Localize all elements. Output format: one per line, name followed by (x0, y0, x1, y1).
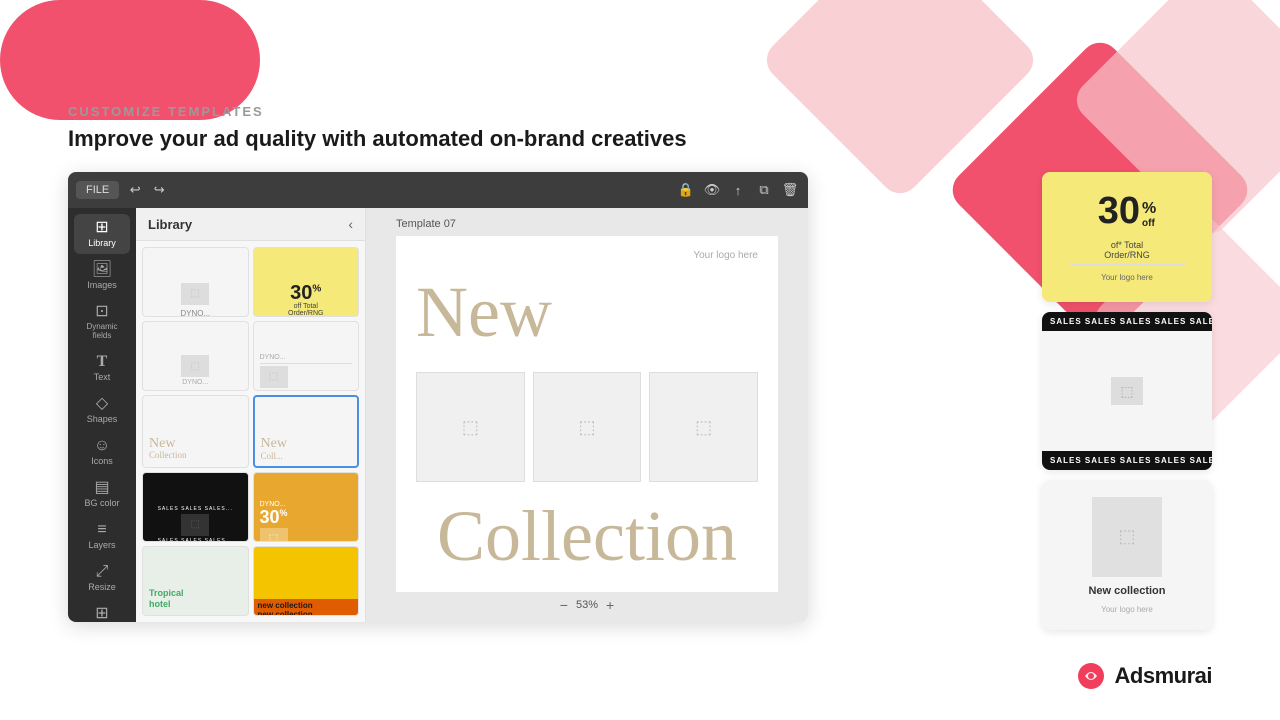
sidebar-item-dynamic[interactable]: ⊡ Dynamic fields (74, 298, 130, 346)
canvas-image-3[interactable]: ⬚ (649, 372, 758, 482)
sidebar-item-shapes[interactable]: ◇ Shapes (74, 390, 130, 430)
canvas-template-title: Template 07 (396, 218, 456, 230)
preview-sales-body: ⬚ (1042, 331, 1212, 451)
template-thumb-7[interactable]: SALES SALES SALES... ⬚ SALES SALES SALES… (142, 472, 249, 542)
preview-card-sales: SALES SALES SALES SALES SALES ⬚ SALES SA… (1042, 312, 1212, 470)
template-thumb-6[interactable]: ✓ New Coll... (253, 395, 360, 467)
adsmurai-name: Adsmurai (1115, 663, 1212, 689)
library-panel: Library ‹ ⬚ DYNO... 30% (136, 208, 366, 622)
preview-sales-top: SALES SALES SALES SALES SALES (1042, 312, 1212, 331)
sidebar-item-icons[interactable]: ☺ Icons (74, 432, 130, 472)
preview-sales-image: ⬚ (1111, 377, 1143, 405)
template-thumb-1[interactable]: ⬚ DYNO... (142, 247, 249, 317)
preview-30off-content: 30 %off of* TotalOrder/RNG Your logo her… (1042, 172, 1212, 302)
page-heading: Improve your ad quality with automated o… (68, 126, 687, 152)
file-button[interactable]: FILE (76, 181, 119, 199)
delete-icon[interactable]: 🗑 (780, 180, 800, 200)
preview-off: off (1142, 218, 1155, 229)
template-thumb-4[interactable]: DYNO... ⬚ ___ (253, 321, 360, 391)
sidebar-item-bg-color[interactable]: ▤ BG color (74, 474, 130, 514)
preview-newcoll-label: New collection (1088, 585, 1165, 597)
undo-button[interactable]: ↩ (125, 180, 145, 200)
layers-icon: ≡ (97, 522, 106, 538)
zoom-in-button[interactable]: + (606, 598, 614, 612)
grid-icon: ⊞ (95, 606, 108, 622)
library-header: Library ‹ (136, 208, 365, 241)
images-icon: 🖼 (92, 262, 112, 278)
template-thumb-10[interactable]: new collection new collection new collec… (253, 546, 360, 616)
library-icon: ⊞ (95, 220, 108, 236)
template-thumb-2[interactable]: 30% off TotalOrder/RNG (253, 247, 360, 317)
canvas-logo: Your logo here (693, 250, 758, 261)
preview-divider (1069, 264, 1186, 265)
template-thumb-9[interactable]: Tropicalhotel (142, 546, 249, 616)
preview-30-logo: Your logo here (1101, 273, 1153, 282)
template-thumb-3[interactable]: ⬚ DYNO...___ (142, 321, 249, 391)
bg-color-icon: ▤ (94, 480, 109, 496)
canvas-image-1[interactable]: ⬚ (416, 372, 525, 482)
editor-body: ⊞ Library 🖼 Images ⊡ Dynamic fields T Te… (68, 208, 808, 622)
zoom-level: 53% (576, 599, 598, 611)
canvas-collection-text: Collection (416, 500, 758, 572)
preview-discount-number: 30 (1098, 192, 1140, 230)
adsmurai-icon (1077, 662, 1105, 690)
deco-shape-coral-bottom (0, 0, 260, 120)
sidebar-item-resize[interactable]: ⤢ Resize (74, 558, 130, 598)
preview-newcoll-content: ⬚ New collection Your logo here (1042, 480, 1212, 630)
sidebar-item-layers[interactable]: ≡ Layers (74, 516, 130, 556)
canvas-area: Template 07 Your logo here New ⬚ ⬚ ⬚ Col… (366, 208, 808, 622)
template-thumb-8[interactable]: DYNO... 30% ⬚ (253, 472, 360, 542)
preview-sales-bottom: SALES SALES SALES SALES SALES (1042, 451, 1212, 470)
canvas-images-row: ⬚ ⬚ ⬚ (416, 372, 758, 482)
library-title: Library (148, 217, 192, 232)
sidebar-item-library[interactable]: ⊞ Library (74, 214, 130, 254)
preview-30-subtitle: of* TotalOrder/RNG (1104, 240, 1150, 260)
library-chevron-icon[interactable]: ‹ (348, 216, 353, 232)
preview-newcoll-sub: Your logo here (1101, 605, 1153, 614)
preview-sales-text-bottom: SALES SALES SALES SALES SALES (1050, 456, 1204, 465)
preview-sales-text-top: SALES SALES SALES SALES SALES (1050, 317, 1204, 326)
canvas-zoom-bar: − 53% + (560, 598, 614, 612)
preview-card-newcoll: ⬚ New collection Your logo here (1042, 480, 1212, 630)
preview-newcoll-image: ⬚ (1092, 497, 1162, 577)
right-preview-panel: 30 %off of* TotalOrder/RNG Your logo her… (1042, 172, 1212, 630)
canvas-new-text: New (416, 276, 552, 348)
canvas-frame[interactable]: Your logo here New ⬚ ⬚ ⬚ Collection (396, 236, 778, 592)
sidebar-item-images[interactable]: 🖼 Images (74, 256, 130, 296)
preview-card-30off: 30 %off of* TotalOrder/RNG Your logo her… (1042, 172, 1212, 302)
page-label: CUSTOMIZE TEMPLATES (68, 104, 264, 119)
text-icon: T (97, 354, 108, 370)
adsmurai-logo: Adsmurai (1077, 662, 1212, 690)
library-grid: ⬚ DYNO... 30% off TotalOrder/RNG (136, 241, 365, 622)
sidebar-item-text[interactable]: T Text (74, 348, 130, 388)
editor-toolbar: FILE ↩ ↪ 🔒 👁 ↑ ⧉ 🗑 (68, 172, 808, 208)
preview-discount-sup: %off (1142, 192, 1156, 237)
eye-icon[interactable]: 👁 (702, 180, 722, 200)
shapes-icon: ◇ (96, 396, 108, 412)
dynamic-icon: ⊡ (95, 304, 108, 320)
sidebar-item-grid[interactable]: ⊞ Grid (74, 600, 130, 622)
lock-icon[interactable]: 🔒 (676, 180, 696, 200)
editor-container: FILE ↩ ↪ 🔒 👁 ↑ ⧉ 🗑 ⊞ Library 🖼 Images ⊡ … (68, 172, 808, 622)
sidebar-icons: ⊞ Library 🖼 Images ⊡ Dynamic fields T Te… (68, 208, 136, 622)
template-thumb-5[interactable]: New Collection (142, 395, 249, 467)
icons-icon: ☺ (94, 438, 110, 454)
redo-button[interactable]: ↪ (149, 180, 169, 200)
share-icon[interactable]: ↑ (728, 180, 748, 200)
zoom-out-button[interactable]: − (560, 598, 568, 612)
canvas-image-2[interactable]: ⬚ (533, 372, 642, 482)
resize-icon: ⤢ (96, 564, 109, 580)
copy-icon[interactable]: ⧉ (754, 180, 774, 200)
